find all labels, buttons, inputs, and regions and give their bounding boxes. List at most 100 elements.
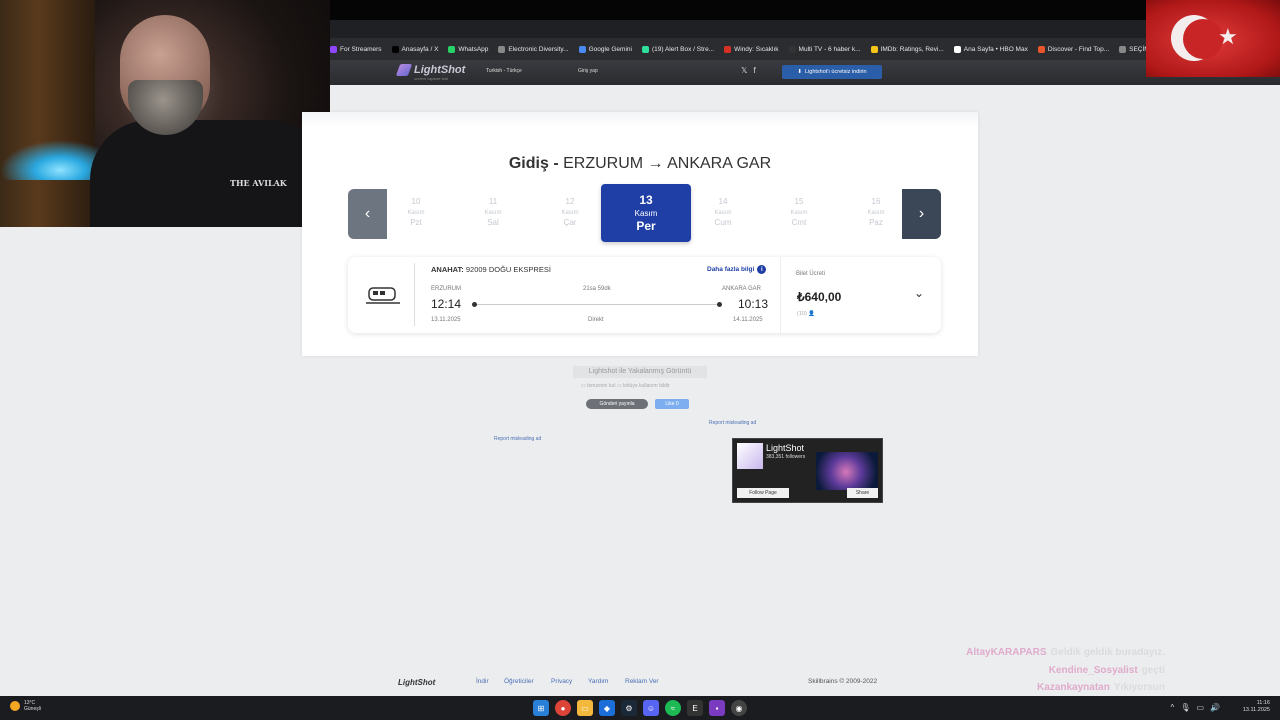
language-select[interactable]: Turkish - Türkçe [486,68,522,74]
bookmark-item[interactable]: Windy: Sıcaklık [724,45,779,53]
bookmark-item[interactable]: Anasayfa / X [391,45,438,53]
bookmark-item[interactable]: (19) Alert Box / Stre... [641,45,714,53]
webcam-body [90,120,330,227]
steam-icon[interactable]: ⚙ [621,700,637,716]
footer-logo[interactable]: LightShot [398,678,435,687]
footer-link[interactable]: Reklam Ver [625,678,659,685]
windows-start-icon[interactable]: ⊞ [533,700,549,716]
caption-links[interactable]: ▭ benzerini bul ▭ kötüye kullanım bildir [581,383,670,389]
fb-page-name[interactable]: LightShot [766,443,804,453]
download-button[interactable]: ⬇ Lightshot'ı ücretsiz indirin [782,65,882,79]
train-icon [366,287,400,304]
webcam-background [0,0,95,227]
login-link[interactable]: Giriş yap [578,68,598,74]
departure-date: 13.11.2025 [431,317,461,323]
chat-text: Geldik geldik buradayız. [1050,647,1165,658]
weather-widget[interactable]: 13°C Güneşli [10,700,41,712]
footer-link[interactable]: Öğreticiler [504,678,534,685]
bookmark-item[interactable]: Discover - Find Top... [1037,45,1109,53]
info-icon: i [757,265,767,274]
discord-icon[interactable]: ☺ [643,700,659,716]
chrome-icon[interactable]: ● [555,700,571,716]
bookmark-item[interactable]: Ana Sayfa • HBO Max [953,45,1028,53]
chat-username: AltayKARAPARS [966,647,1047,658]
departure-station: ERZURUM [431,286,461,292]
train-name: ANAHAT: 92009 DOĞU EKSPRESİ [431,265,551,274]
favicon-icon [1119,45,1127,53]
lightshot-logo[interactable]: LightShot screen capture tool [395,64,465,81]
date-option-10[interactable]: 10 Kasım Pzt [378,191,454,237]
date-option-13[interactable]: 13 Kasım Per [601,184,691,242]
trip-type: Direkt [588,317,604,323]
page-avatar [737,443,763,469]
bookmark-item[interactable]: Google Gemini [578,45,632,53]
footer-link[interactable]: İndir [476,678,489,685]
chevron-up-icon[interactable]: ^ [1171,703,1175,712]
favicon-icon [870,45,878,53]
webcam-overlay: THE AVILAK [0,0,330,227]
date-option-14[interactable]: 14 Kasım Cum [685,191,761,237]
divider [414,263,415,326]
bookmark-item[interactable]: IMDb: Ratings, Revi... [870,45,944,53]
chat-message: Kendine_Sosyalist geçti [966,662,1165,680]
download-icon: ⬇ [797,69,802,75]
report-ad-link[interactable]: Report misleading ad [494,436,541,442]
favicon-icon [953,45,961,53]
crescent-cut [1183,19,1223,59]
spotify-icon[interactable]: ≈ [665,700,681,716]
date-option-12[interactable]: 12 Kasım Çar [532,191,608,237]
date-selector: ‹ › 10 Kasım Pzt 11 Kasım Sal 12 Kasım Çar 13 Kası… [348,184,941,242]
facebook-icon[interactable]: f [753,66,755,75]
favicon-icon [498,45,506,53]
tweet-button[interactable]: Gönderi yayınla [586,399,648,409]
favicon-icon [578,45,586,53]
departure-time: 12:14 [431,297,462,311]
favicon-icon [330,45,337,53]
monitor-icon[interactable]: ▭ [1196,703,1204,712]
bookmark-item[interactable]: Electronic Diversity... [498,45,569,53]
facebook-page-widget[interactable]: LightShot 383,351 followers Follow Page … [732,438,883,503]
folder-icon[interactable]: ▭ [577,700,593,716]
bookmark-item[interactable]: Multi TV - 6 haber k... [788,45,861,53]
chat-username: Kazankaynatan [1037,682,1110,693]
mic-icon[interactable]: 🎙 [1180,703,1190,712]
chat-text: Yıkıyorsun [1113,682,1165,693]
bookmark-item[interactable]: For Streamers [330,45,382,53]
screenshot-card: Gidiş - ERZURUM → ANKARA GAR ‹ › 10 Kasım… [302,112,978,356]
favicon-icon [1037,45,1045,53]
report-ad-link[interactable]: Report misleading ad [709,420,756,426]
trip-card[interactable]: ANAHAT: 92009 DOĞU EKSPRESİ Daha fazla b… [348,257,941,333]
departure-dot [472,302,477,307]
lightshot-header: LightShot screen capture tool Turkish - … [330,60,1280,85]
chat-message: AltayKARAPARS Geldik geldik buradayız. [966,644,1165,662]
app-icon[interactable]: ▪ [709,700,725,716]
clock[interactable]: 11:16 13.11.2025 [1243,700,1270,714]
chevron-left-icon: ‹ [364,205,371,222]
taskbar: 13°C Güneşli ⊞ ● ▭ ◆ ⚙ ☺ ≈ E ▪ ◉ ^ 🎙 ▭ 🔊 … [0,696,1280,720]
twitter-icon[interactable]: 𝕏 [741,66,747,75]
date-option-16[interactable]: 16 Kasım Paz [838,191,914,237]
price-divider [780,257,781,333]
epic-games-icon[interactable]: E [687,700,703,716]
favicon-icon [788,45,796,53]
volume-icon[interactable]: 🔊 [1210,703,1220,712]
more-info-link[interactable]: Daha fazla bilgi i [707,265,767,274]
system-tray[interactable]: ^ 🎙 ▭ 🔊 [1171,703,1220,712]
date-option-11[interactable]: 11 Kasım Sal [455,191,531,237]
fb-followers: 383,351 followers [766,454,806,460]
follow-page-button[interactable]: Follow Page [737,488,789,498]
route-title: Gidiş - ERZURUM → ANKARA GAR [508,155,772,172]
fb-cover-image [816,452,878,490]
bookmark-item[interactable]: WhatsApp [448,45,488,53]
like-button[interactable]: Like 0 [655,399,689,409]
app-icon[interactable]: ◆ [599,700,615,716]
chat-text: geçti [1141,664,1165,676]
share-button[interactable]: Share [847,488,878,498]
social-links: 𝕏 f [741,66,756,75]
turkish-flag-overlay: ★ [1146,0,1280,77]
chevron-down-icon[interactable]: ⌄ [914,286,924,300]
date-option-15[interactable]: 15 Kasım Cmt [761,191,837,237]
footer-link[interactable]: Privacy [551,678,572,685]
footer-link[interactable]: Yardım [588,678,608,685]
obs-icon[interactable]: ◉ [731,700,747,716]
